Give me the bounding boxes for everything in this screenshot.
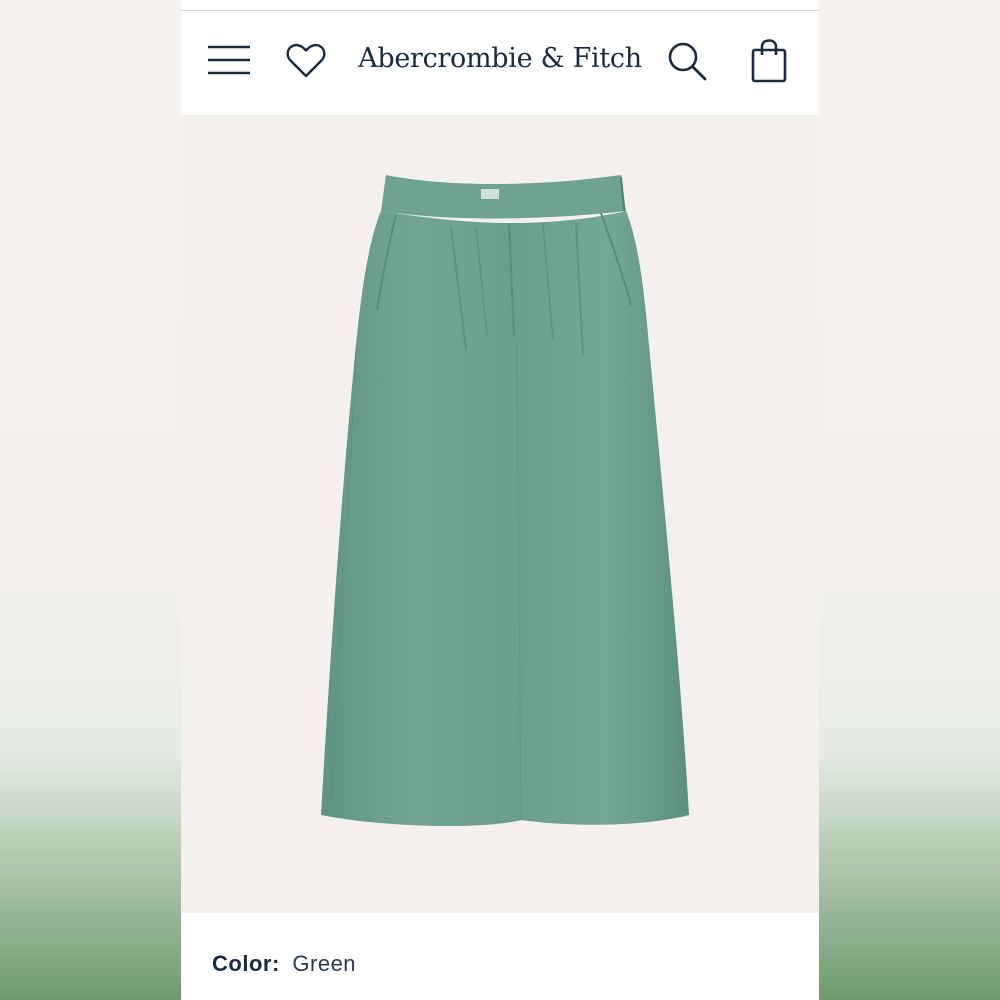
site-header: Abercrombie & Fitch xyxy=(181,11,819,115)
search-icon[interactable] xyxy=(667,41,707,81)
blurred-backdrop-left xyxy=(0,0,181,1000)
color-label: Color: xyxy=(212,951,280,976)
phone-screen: Abercrombie & Fitch Color: Green xyxy=(181,0,819,1000)
color-selection: Color: Green xyxy=(212,946,356,982)
pants-image[interactable] xyxy=(181,115,819,913)
product-image-area xyxy=(181,115,819,913)
color-value: Green xyxy=(292,951,357,976)
blurred-backdrop-right xyxy=(819,0,1000,1000)
heart-icon[interactable] xyxy=(286,43,326,79)
menu-icon[interactable] xyxy=(208,45,250,75)
bag-icon[interactable] xyxy=(751,39,787,83)
brand-logo[interactable]: Abercrombie & Fitch xyxy=(331,37,669,81)
